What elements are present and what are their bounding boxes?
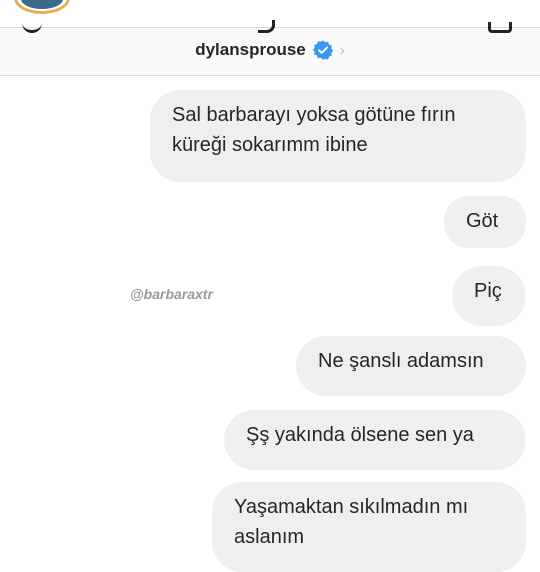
video-call-icon[interactable]: [488, 22, 512, 33]
message-bubble[interactable]: Yaşamaktan sıkılmadın mı aslanım: [212, 482, 526, 572]
header-title[interactable]: dylansprouse ›: [0, 38, 540, 62]
message-bubble[interactable]: Piç: [452, 266, 526, 326]
message-line: Sal barbarayı yoksa götüne fırın: [172, 104, 456, 126]
message-thread: Sal barbarayı yoksa götüne fırın küreği …: [0, 76, 540, 572]
chevron-right-icon: ›: [339, 41, 345, 59]
message-line: Piç: [474, 280, 502, 302]
message-line: Ne şanslı adamsın: [318, 350, 484, 372]
message-bubble[interactable]: Ne şanslı adamsın: [296, 336, 526, 396]
username[interactable]: dylansprouse: [195, 40, 306, 60]
verified-badge-icon: [312, 40, 334, 60]
message-bubble[interactable]: Göt: [444, 196, 526, 248]
chat-header: dylansprouse ›: [0, 20, 540, 76]
avatar[interactable]: [14, 0, 70, 14]
message-line: Göt: [466, 210, 499, 232]
message-bubble[interactable]: Şş yakında ölsene sen ya: [224, 410, 526, 470]
message-line: küreği sokarımm ibine: [172, 134, 368, 156]
message-line: aslanım: [234, 526, 305, 548]
message-line: Yaşamaktan sıkılmadın mı: [234, 496, 469, 518]
avatar-image: [21, 0, 63, 9]
profile-picture-edge: [258, 20, 275, 33]
back-icon[interactable]: [22, 22, 42, 33]
message-bubble[interactable]: Sal barbarayı yoksa götüne fırın küreği …: [150, 90, 526, 182]
message-line: Şş yakında ölsene sen ya: [246, 424, 474, 446]
watermark-text: @barbaraxtr: [130, 286, 213, 302]
